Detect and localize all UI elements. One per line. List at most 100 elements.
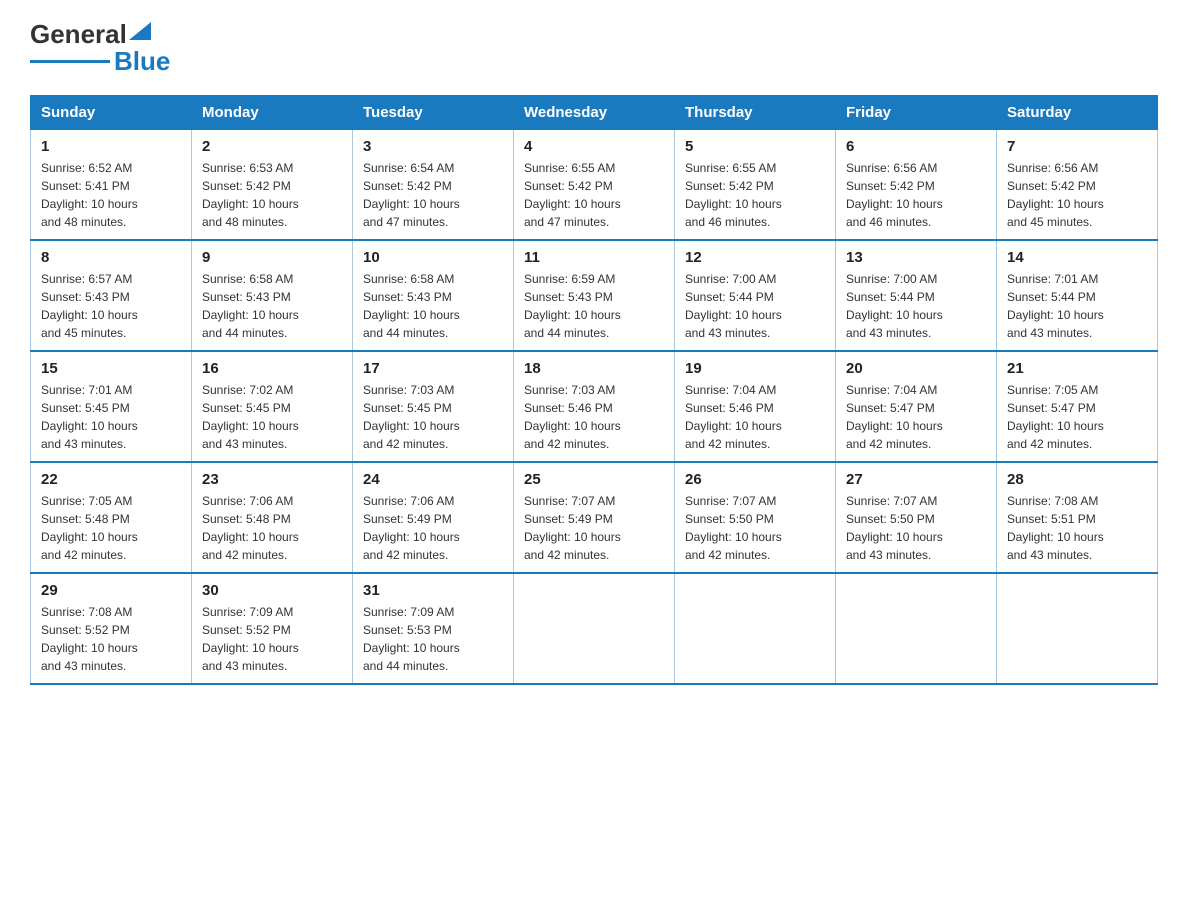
calendar-day-cell: 4 Sunrise: 6:55 AM Sunset: 5:42 PM Dayli… [514,130,675,241]
weekday-header-wednesday: Wednesday [514,96,675,130]
day-info: Sunrise: 6:59 AM Sunset: 5:43 PM Dayligh… [524,270,664,342]
day-number: 3 [363,138,503,155]
calendar-day-cell: 15 Sunrise: 7:01 AM Sunset: 5:45 PM Dayl… [31,351,192,462]
weekday-header-monday: Monday [192,96,353,130]
day-number: 8 [41,249,181,266]
day-number: 12 [685,249,825,266]
day-number: 31 [363,582,503,599]
day-number: 25 [524,471,664,488]
day-info: Sunrise: 7:03 AM Sunset: 5:45 PM Dayligh… [363,381,503,453]
day-info: Sunrise: 7:00 AM Sunset: 5:44 PM Dayligh… [685,270,825,342]
day-number: 16 [202,360,342,377]
day-info: Sunrise: 7:06 AM Sunset: 5:49 PM Dayligh… [363,492,503,564]
day-number: 21 [1007,360,1147,377]
day-number: 11 [524,249,664,266]
day-number: 2 [202,138,342,155]
day-info: Sunrise: 7:02 AM Sunset: 5:45 PM Dayligh… [202,381,342,453]
calendar-week-row: 1 Sunrise: 6:52 AM Sunset: 5:41 PM Dayli… [31,130,1158,241]
calendar-day-cell: 22 Sunrise: 7:05 AM Sunset: 5:48 PM Dayl… [31,462,192,573]
calendar-week-row: 29 Sunrise: 7:08 AM Sunset: 5:52 PM Dayl… [31,573,1158,684]
day-number: 7 [1007,138,1147,155]
day-info: Sunrise: 7:07 AM Sunset: 5:49 PM Dayligh… [524,492,664,564]
calendar-day-cell: 20 Sunrise: 7:04 AM Sunset: 5:47 PM Dayl… [836,351,997,462]
day-info: Sunrise: 7:09 AM Sunset: 5:52 PM Dayligh… [202,603,342,675]
weekday-header-saturday: Saturday [997,96,1158,130]
logo-line [30,60,110,63]
calendar-day-cell: 31 Sunrise: 7:09 AM Sunset: 5:53 PM Dayl… [353,573,514,684]
weekday-header-friday: Friday [836,96,997,130]
calendar-day-cell: 12 Sunrise: 7:00 AM Sunset: 5:44 PM Dayl… [675,240,836,351]
day-number: 20 [846,360,986,377]
day-number: 6 [846,138,986,155]
calendar-day-cell: 29 Sunrise: 7:08 AM Sunset: 5:52 PM Dayl… [31,573,192,684]
day-info: Sunrise: 6:56 AM Sunset: 5:42 PM Dayligh… [846,159,986,231]
calendar-day-cell: 2 Sunrise: 6:53 AM Sunset: 5:42 PM Dayli… [192,130,353,241]
day-info: Sunrise: 6:56 AM Sunset: 5:42 PM Dayligh… [1007,159,1147,231]
day-info: Sunrise: 7:06 AM Sunset: 5:48 PM Dayligh… [202,492,342,564]
calendar-week-row: 22 Sunrise: 7:05 AM Sunset: 5:48 PM Dayl… [31,462,1158,573]
calendar-table: SundayMondayTuesdayWednesdayThursdayFrid… [30,95,1158,685]
calendar-day-cell: 16 Sunrise: 7:02 AM Sunset: 5:45 PM Dayl… [192,351,353,462]
day-info: Sunrise: 7:00 AM Sunset: 5:44 PM Dayligh… [846,270,986,342]
logo-text-general: General [30,20,127,49]
calendar-day-cell: 27 Sunrise: 7:07 AM Sunset: 5:50 PM Dayl… [836,462,997,573]
calendar-day-cell: 18 Sunrise: 7:03 AM Sunset: 5:46 PM Dayl… [514,351,675,462]
logo: General Blue [30,20,170,75]
calendar-day-cell: 11 Sunrise: 6:59 AM Sunset: 5:43 PM Dayl… [514,240,675,351]
day-info: Sunrise: 7:05 AM Sunset: 5:47 PM Dayligh… [1007,381,1147,453]
calendar-week-row: 15 Sunrise: 7:01 AM Sunset: 5:45 PM Dayl… [31,351,1158,462]
weekday-header-tuesday: Tuesday [353,96,514,130]
empty-day-cell [997,573,1158,684]
day-number: 9 [202,249,342,266]
logo-triangle-icon [129,22,151,40]
calendar-day-cell: 26 Sunrise: 7:07 AM Sunset: 5:50 PM Dayl… [675,462,836,573]
day-info: Sunrise: 7:08 AM Sunset: 5:52 PM Dayligh… [41,603,181,675]
weekday-header-row: SundayMondayTuesdayWednesdayThursdayFrid… [31,96,1158,130]
day-info: Sunrise: 6:54 AM Sunset: 5:42 PM Dayligh… [363,159,503,231]
weekday-header-sunday: Sunday [31,96,192,130]
calendar-day-cell: 21 Sunrise: 7:05 AM Sunset: 5:47 PM Dayl… [997,351,1158,462]
calendar-day-cell: 6 Sunrise: 6:56 AM Sunset: 5:42 PM Dayli… [836,130,997,241]
calendar-day-cell: 23 Sunrise: 7:06 AM Sunset: 5:48 PM Dayl… [192,462,353,573]
empty-day-cell [836,573,997,684]
day-info: Sunrise: 7:08 AM Sunset: 5:51 PM Dayligh… [1007,492,1147,564]
day-number: 29 [41,582,181,599]
day-number: 24 [363,471,503,488]
day-info: Sunrise: 7:07 AM Sunset: 5:50 PM Dayligh… [685,492,825,564]
calendar-week-row: 8 Sunrise: 6:57 AM Sunset: 5:43 PM Dayli… [31,240,1158,351]
calendar-day-cell: 19 Sunrise: 7:04 AM Sunset: 5:46 PM Dayl… [675,351,836,462]
day-number: 17 [363,360,503,377]
calendar-day-cell: 25 Sunrise: 7:07 AM Sunset: 5:49 PM Dayl… [514,462,675,573]
day-info: Sunrise: 6:58 AM Sunset: 5:43 PM Dayligh… [202,270,342,342]
day-info: Sunrise: 7:01 AM Sunset: 5:44 PM Dayligh… [1007,270,1147,342]
day-number: 10 [363,249,503,266]
empty-day-cell [514,573,675,684]
day-number: 13 [846,249,986,266]
day-number: 30 [202,582,342,599]
calendar-day-cell: 1 Sunrise: 6:52 AM Sunset: 5:41 PM Dayli… [31,130,192,241]
day-info: Sunrise: 6:57 AM Sunset: 5:43 PM Dayligh… [41,270,181,342]
calendar-day-cell: 10 Sunrise: 6:58 AM Sunset: 5:43 PM Dayl… [353,240,514,351]
calendar-day-cell: 24 Sunrise: 7:06 AM Sunset: 5:49 PM Dayl… [353,462,514,573]
calendar-day-cell: 3 Sunrise: 6:54 AM Sunset: 5:42 PM Dayli… [353,130,514,241]
day-number: 18 [524,360,664,377]
day-number: 23 [202,471,342,488]
calendar-day-cell: 7 Sunrise: 6:56 AM Sunset: 5:42 PM Dayli… [997,130,1158,241]
day-info: Sunrise: 7:09 AM Sunset: 5:53 PM Dayligh… [363,603,503,675]
day-info: Sunrise: 6:52 AM Sunset: 5:41 PM Dayligh… [41,159,181,231]
calendar-day-cell: 30 Sunrise: 7:09 AM Sunset: 5:52 PM Dayl… [192,573,353,684]
day-info: Sunrise: 7:04 AM Sunset: 5:46 PM Dayligh… [685,381,825,453]
day-number: 22 [41,471,181,488]
day-number: 14 [1007,249,1147,266]
day-number: 4 [524,138,664,155]
day-number: 1 [41,138,181,155]
day-info: Sunrise: 6:58 AM Sunset: 5:43 PM Dayligh… [363,270,503,342]
calendar-day-cell: 8 Sunrise: 6:57 AM Sunset: 5:43 PM Dayli… [31,240,192,351]
calendar-day-cell: 14 Sunrise: 7:01 AM Sunset: 5:44 PM Dayl… [997,240,1158,351]
calendar-day-cell: 5 Sunrise: 6:55 AM Sunset: 5:42 PM Dayli… [675,130,836,241]
weekday-header-thursday: Thursday [675,96,836,130]
empty-day-cell [675,573,836,684]
day-info: Sunrise: 7:05 AM Sunset: 5:48 PM Dayligh… [41,492,181,564]
logo-text-blue: Blue [114,47,170,76]
day-info: Sunrise: 7:01 AM Sunset: 5:45 PM Dayligh… [41,381,181,453]
